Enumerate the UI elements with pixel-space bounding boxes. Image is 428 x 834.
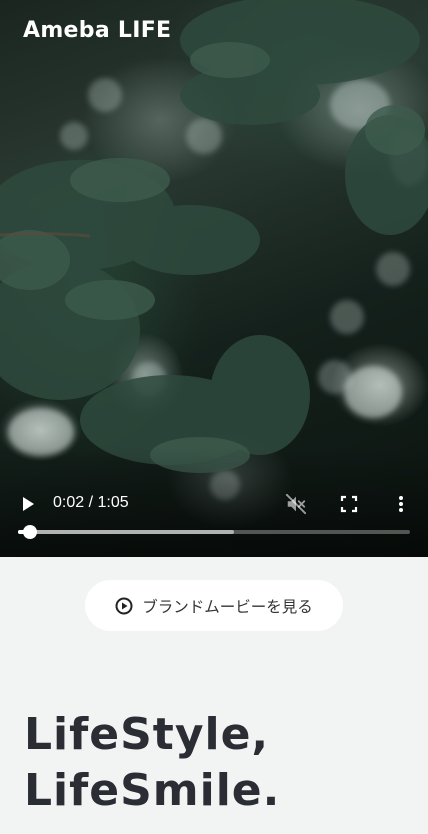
more-vertical-icon [399,496,403,512]
play-circle-icon [115,597,133,614]
watch-brand-movie-button[interactable]: ブランドムービーを見る [85,580,343,631]
volume-muted-icon [285,493,307,515]
hero-headline: LifeStyle, LifeSmile. [24,707,280,819]
current-time: 0:02 [53,494,85,511]
play-icon [23,497,34,511]
fullscreen-icon [340,495,358,513]
watch-brand-movie-label: ブランドムービーを見る [142,597,313,616]
hero-headline-line2: LifeSmile. [24,765,281,816]
mute-button[interactable] [284,492,308,516]
play-button[interactable] [16,492,40,516]
progress-bar[interactable] [18,525,410,539]
fullscreen-button[interactable] [337,492,361,516]
buffered-bar [18,530,234,534]
time-display: 0:02 / 1:05 [53,494,129,512]
time-separator: / [88,494,94,511]
brand-video-player[interactable]: Ameba LIFE 0:02 / 1:05 [0,0,428,557]
duration: 1:05 [97,494,129,511]
hero-headline-line1: LifeStyle, [24,709,270,760]
ameba-life-logo[interactable]: Ameba LIFE [23,18,171,43]
more-options-button[interactable] [389,492,413,516]
